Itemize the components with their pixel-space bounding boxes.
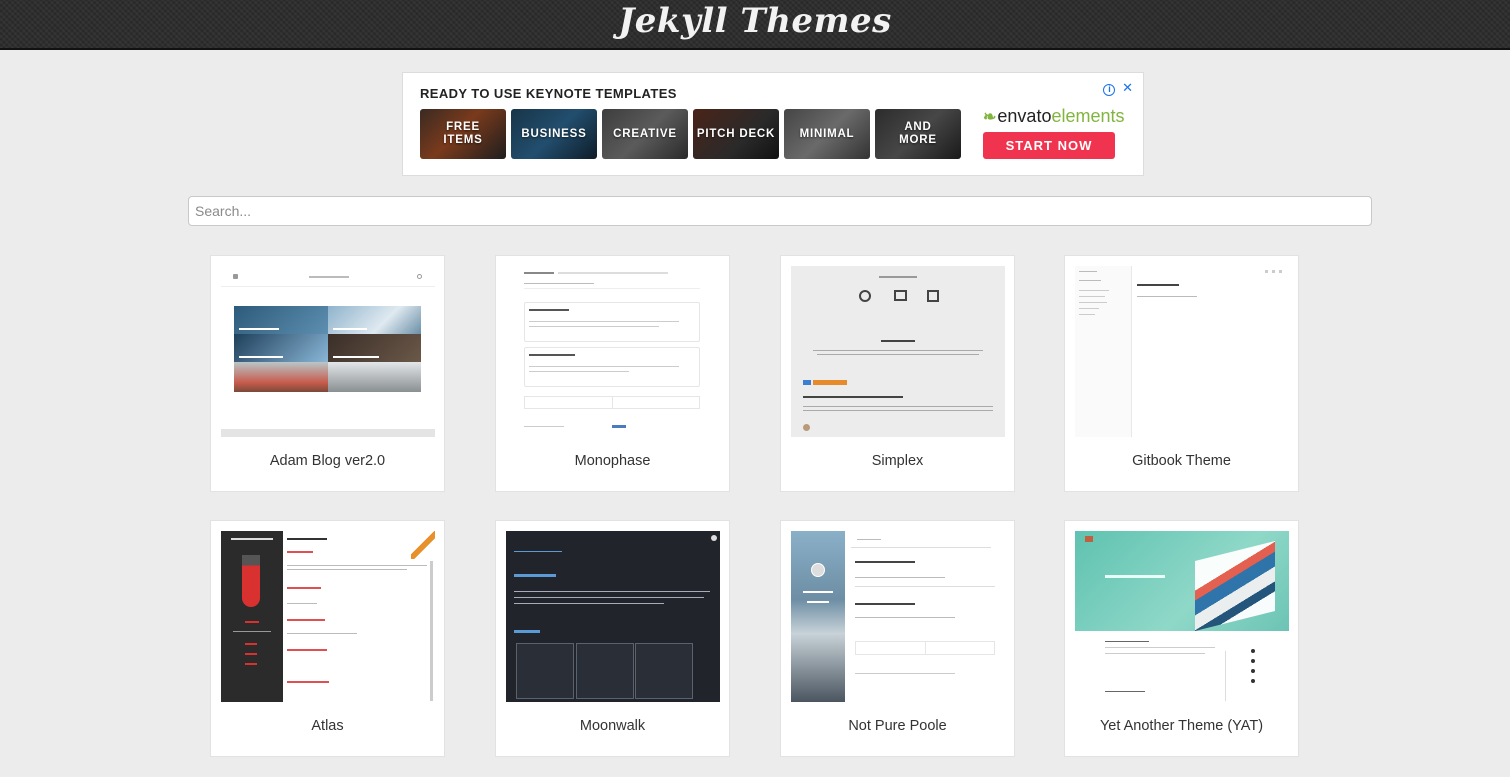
ad-tile-business[interactable]: BUSINESS bbox=[511, 109, 597, 159]
theme-card[interactable]: Not Pure Poole bbox=[780, 520, 1015, 757]
ad-tile-free-items[interactable]: FREE ITEMS bbox=[420, 109, 506, 159]
theme-name[interactable]: Simplex bbox=[781, 453, 1014, 469]
theme-preview-image[interactable] bbox=[791, 531, 1005, 702]
theme-preview-image[interactable] bbox=[1075, 531, 1289, 702]
theme-preview-image[interactable] bbox=[1075, 266, 1289, 437]
theme-preview-image[interactable] bbox=[791, 266, 1005, 437]
ad-banner[interactable]: READY TO USE KEYNOTE TEMPLATES i ✕ FREE … bbox=[402, 72, 1144, 176]
ad-tile-and-more[interactable]: AND MORE bbox=[875, 109, 961, 159]
theme-name[interactable]: Atlas bbox=[211, 718, 444, 734]
ad-tile-minimal[interactable]: MINIMAL bbox=[784, 109, 870, 159]
theme-card[interactable]: Monophase bbox=[495, 255, 730, 492]
search-input[interactable] bbox=[188, 196, 1372, 226]
theme-name[interactable]: Yet Another Theme (YAT) bbox=[1065, 718, 1298, 734]
envato-leaf-icon: ❧ bbox=[983, 109, 997, 126]
theme-card[interactable]: Gitbook Theme bbox=[1064, 255, 1299, 492]
theme-preview-image[interactable] bbox=[221, 531, 435, 702]
theme-preview-image[interactable] bbox=[506, 266, 720, 437]
ad-tiles: FREE ITEMS BUSINESS CREATIVE PITCH DECK … bbox=[420, 109, 961, 159]
site-title[interactable]: Jekyll Themes bbox=[0, 1, 1510, 41]
theme-card[interactable]: Simplex bbox=[780, 255, 1015, 492]
theme-card[interactable]: Moonwalk bbox=[495, 520, 730, 757]
start-now-button[interactable]: START NOW bbox=[983, 132, 1115, 159]
theme-card[interactable]: Yet Another Theme (YAT) bbox=[1064, 520, 1299, 757]
ad-close-icon[interactable]: ✕ bbox=[1122, 80, 1133, 95]
theme-name[interactable]: Moonwalk bbox=[496, 718, 729, 734]
ad-tile-creative[interactable]: CREATIVE bbox=[602, 109, 688, 159]
ad-info-icon[interactable]: i bbox=[1103, 84, 1116, 96]
theme-name[interactable]: Adam Blog ver2.0 bbox=[211, 453, 444, 469]
theme-preview-image[interactable] bbox=[221, 266, 435, 437]
ad-controls: i ✕ bbox=[1100, 80, 1133, 96]
theme-preview-image[interactable] bbox=[506, 531, 720, 702]
theme-name[interactable]: Monophase bbox=[496, 453, 729, 469]
theme-name[interactable]: Gitbook Theme bbox=[1065, 453, 1298, 469]
ad-tile-pitch-deck[interactable]: PITCH DECK bbox=[693, 109, 779, 159]
theme-name[interactable]: Not Pure Poole bbox=[781, 718, 1014, 734]
theme-card[interactable]: Adam Blog ver2.0 bbox=[210, 255, 445, 492]
ad-headline[interactable]: READY TO USE KEYNOTE TEMPLATES bbox=[420, 86, 677, 101]
theme-card[interactable]: Atlas bbox=[210, 520, 445, 757]
envato-logo[interactable]: ❧envatoelements bbox=[983, 106, 1125, 127]
top-bar: Jekyll Themes bbox=[0, 0, 1510, 50]
